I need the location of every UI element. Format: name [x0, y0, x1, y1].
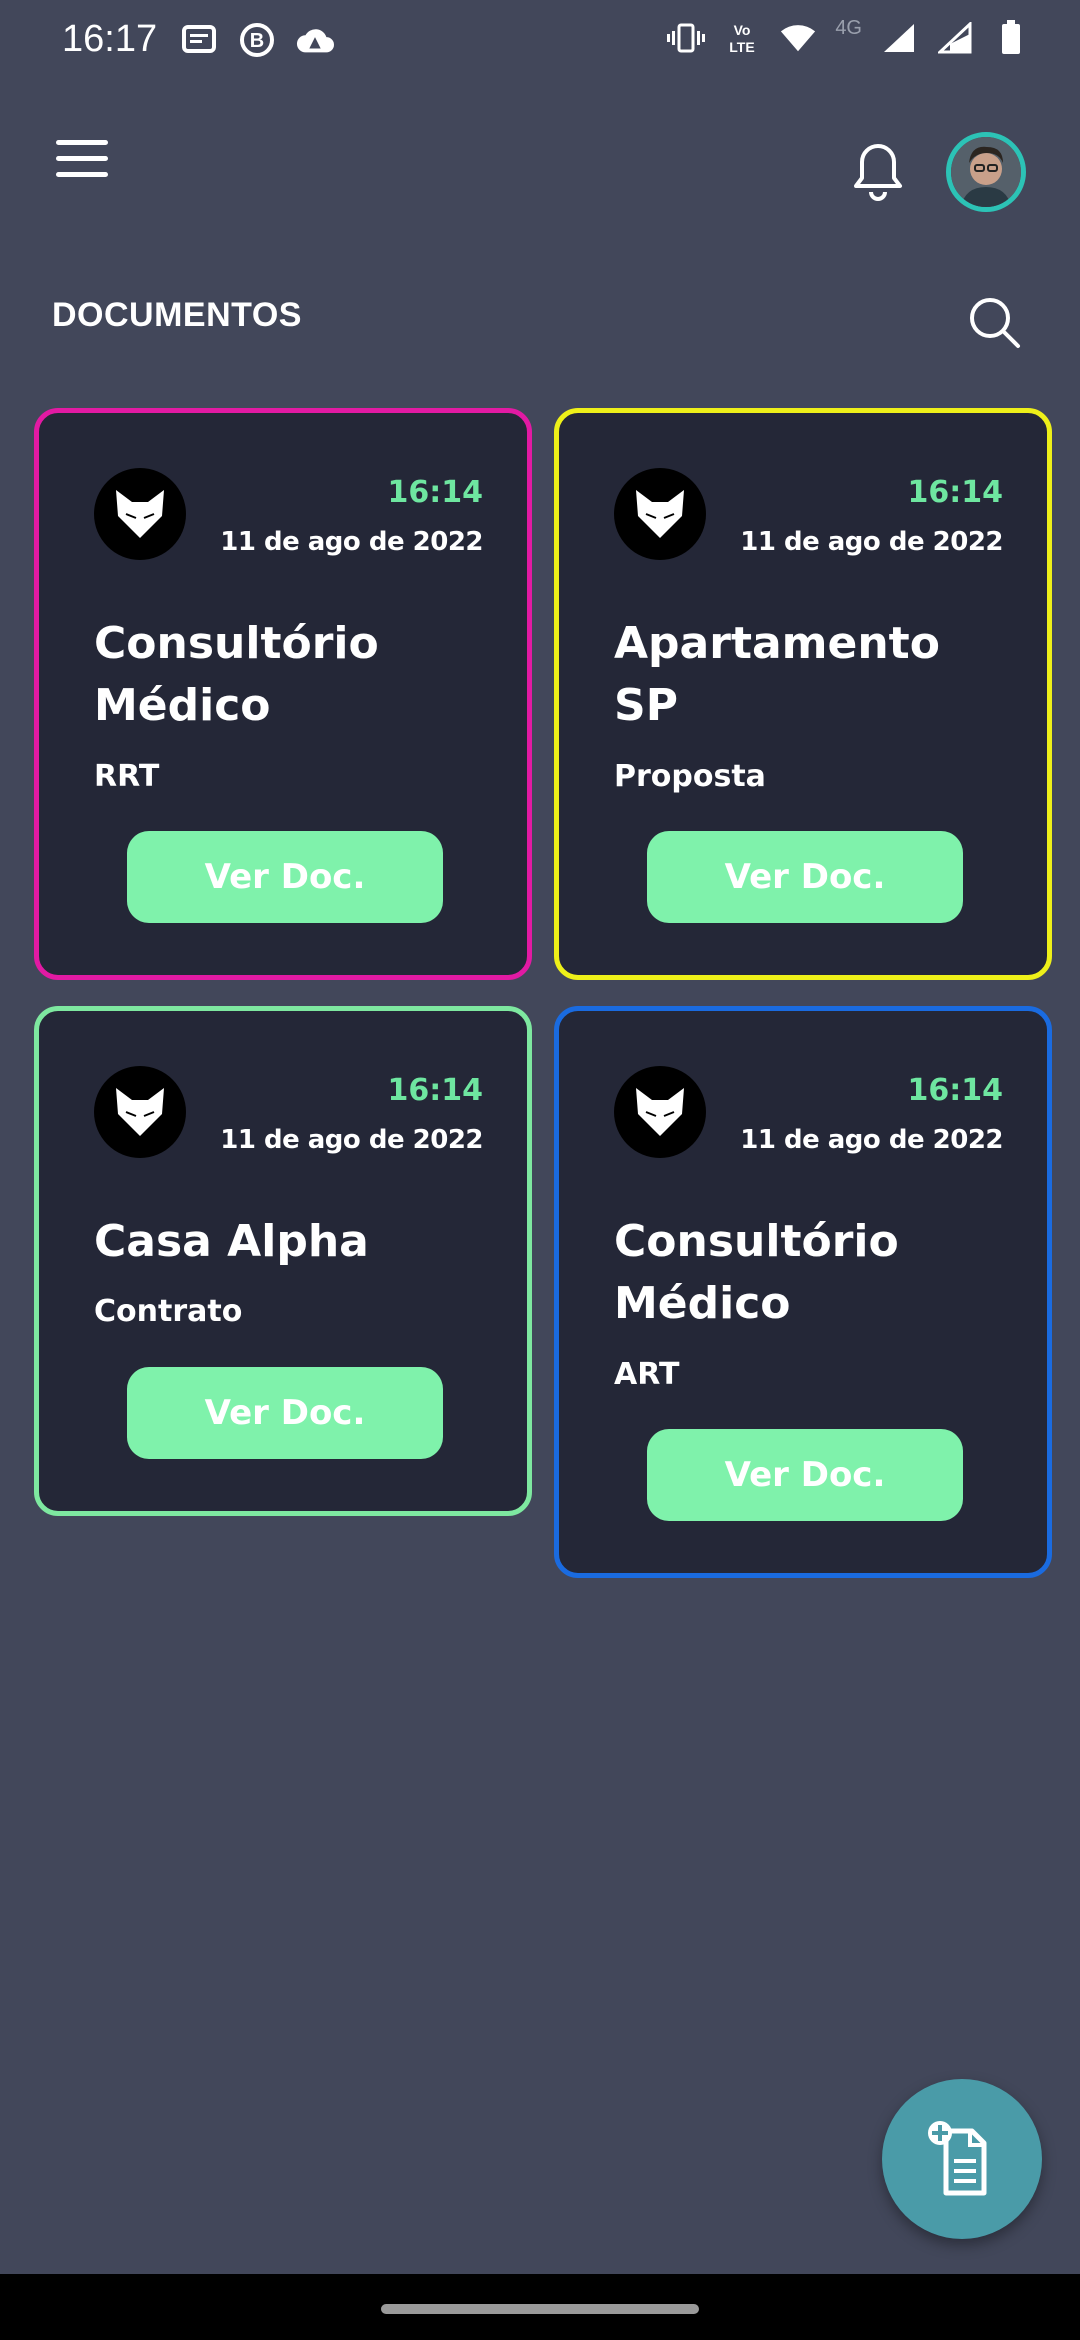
- document-card[interactable]: 16:14 11 de ago de 2022 Casa Alpha Contr…: [34, 1006, 532, 1516]
- card-title: Casa Alpha: [94, 1216, 369, 1267]
- volte-icon: Vo LTE: [723, 18, 761, 58]
- status-system-icons: Vo LTE 4G: [667, 16, 1030, 58]
- add-document-icon: [928, 2121, 987, 2196]
- svg-text:B: B: [250, 30, 264, 52]
- card-subtitle: Proposta: [614, 759, 766, 794]
- card-subtitle: Contrato: [94, 1294, 243, 1329]
- wolf-logo-icon: [94, 468, 186, 560]
- signal-icon: [880, 18, 918, 58]
- view-document-button[interactable]: Ver Doc.: [647, 831, 963, 923]
- card-time: 16:14: [907, 1073, 1004, 1108]
- message-icon: [180, 20, 218, 60]
- b-badge-icon: B: [238, 20, 276, 60]
- vibrate-icon: [667, 18, 706, 58]
- add-document-button[interactable]: [882, 2079, 1042, 2239]
- card-title: Consultório Médico: [94, 618, 379, 731]
- card-date: 11 de ago de 2022: [740, 527, 1003, 557]
- avatar[interactable]: [946, 132, 1026, 212]
- card-time: 16:14: [387, 475, 484, 510]
- card-date: 11 de ago de 2022: [740, 1125, 1003, 1155]
- card-time: 16:14: [907, 475, 1004, 510]
- status-notification-icons: B: [180, 20, 334, 60]
- view-document-button[interactable]: Ver Doc.: [127, 1367, 443, 1459]
- menu-line: [56, 172, 108, 177]
- system-navigation-bar: [0, 2274, 1080, 2340]
- network-type-label: 4G: [835, 16, 862, 39]
- card-title: Apartamento SP: [614, 618, 940, 731]
- menu-line: [56, 156, 108, 161]
- notifications-bell-icon[interactable]: [848, 140, 908, 204]
- card-title: Consultório Médico: [614, 1216, 899, 1329]
- document-card[interactable]: 16:14 11 de ago de 2022 Consultório Médi…: [34, 408, 532, 980]
- status-time: 16:17: [62, 18, 158, 60]
- signal-icon: [936, 18, 974, 58]
- view-document-button[interactable]: Ver Doc.: [647, 1429, 963, 1521]
- document-card[interactable]: 16:14 11 de ago de 2022 Apartamento SP P…: [554, 408, 1052, 980]
- wolf-logo-icon: [614, 1066, 706, 1158]
- battery-icon: [992, 18, 1030, 58]
- wifi-icon: [779, 18, 817, 58]
- card-date: 11 de ago de 2022: [220, 527, 483, 557]
- card-date: 11 de ago de 2022: [220, 1125, 483, 1155]
- cloud-warning-icon: [296, 20, 334, 60]
- wolf-logo-icon: [94, 1066, 186, 1158]
- home-gesture-handle[interactable]: [381, 2304, 699, 2314]
- wolf-logo-icon: [614, 468, 706, 560]
- page-title: DOCUMENTOS: [52, 296, 302, 334]
- status-bar: 16:17 B Vo LTE 4G: [0, 0, 1080, 80]
- menu-button[interactable]: [56, 140, 108, 184]
- svg-text:Vo: Vo: [734, 22, 751, 38]
- search-icon[interactable]: [966, 294, 1022, 350]
- view-document-button[interactable]: Ver Doc.: [127, 831, 443, 923]
- svg-text:LTE: LTE: [730, 39, 755, 55]
- menu-line: [56, 140, 108, 145]
- card-time: 16:14: [387, 1073, 484, 1108]
- document-card[interactable]: 16:14 11 de ago de 2022 Consultório Médi…: [554, 1006, 1052, 1578]
- card-subtitle: RRT: [94, 759, 160, 794]
- card-subtitle: ART: [614, 1357, 680, 1392]
